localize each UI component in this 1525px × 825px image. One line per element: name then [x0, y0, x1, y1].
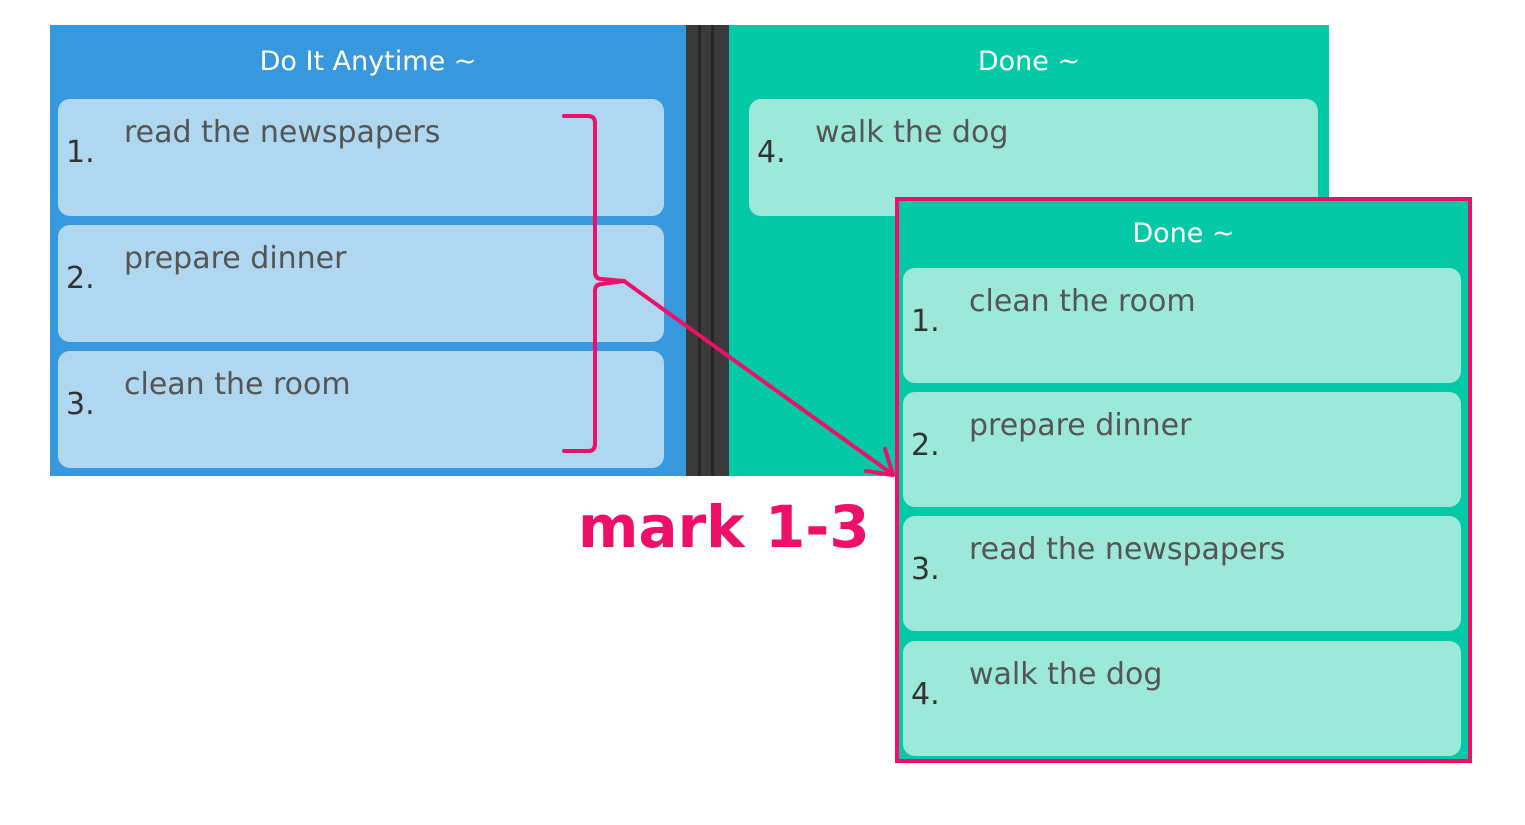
- task-number: 4.: [911, 677, 940, 712]
- task-number: 2.: [911, 428, 940, 463]
- task-card[interactable]: 1. clean the room: [903, 268, 1461, 383]
- done-column-result: Done ~ 1. clean the room 2. prepare dinn…: [895, 197, 1472, 763]
- task-text: read the newspapers: [969, 532, 1286, 567]
- arrow-line: [622, 279, 890, 473]
- task-card[interactable]: 2. prepare dinner: [903, 392, 1461, 507]
- task-card[interactable]: 4. walk the dog: [903, 641, 1461, 756]
- task-text: clean the room: [969, 284, 1196, 319]
- task-card[interactable]: 3. read the newspapers: [903, 516, 1461, 631]
- bracket-shape: [562, 114, 626, 453]
- task-number: 1.: [911, 304, 940, 339]
- task-number: 3.: [911, 552, 940, 587]
- task-text: prepare dinner: [969, 408, 1192, 443]
- annotation-label: mark 1-3: [578, 493, 870, 561]
- column-title[interactable]: Done ~: [899, 218, 1468, 249]
- task-text: walk the dog: [969, 657, 1163, 692]
